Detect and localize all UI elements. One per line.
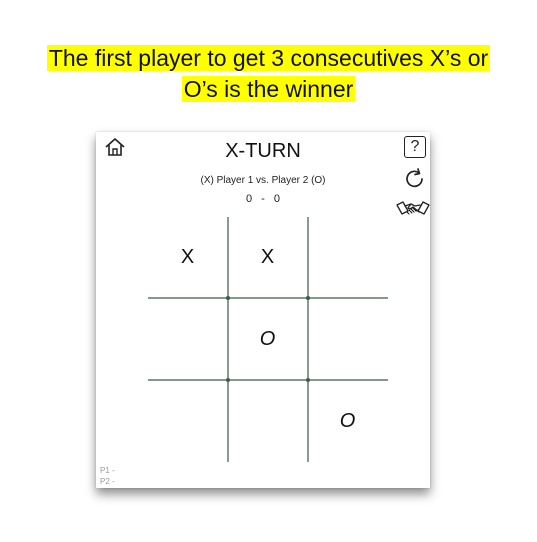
handshake-icon — [396, 198, 430, 222]
board-cell-3-2[interactable] — [228, 381, 307, 462]
turn-title: X-TURN — [225, 140, 301, 162]
board-cell-1-3[interactable] — [308, 217, 387, 298]
instruction-line-1: The first player to get 3 consecutives X… — [46, 45, 491, 71]
game-card: X-TURN (X) Player 1 vs. Player 2 (O) 0 -… — [96, 132, 430, 488]
board-cell-2-2[interactable]: O — [228, 299, 307, 380]
board-cell-2-1[interactable] — [148, 299, 227, 380]
game-board: X X O O — [148, 217, 388, 462]
board-cell-3-3[interactable]: O — [308, 381, 387, 462]
board-cell-3-1[interactable] — [148, 381, 227, 462]
board-cell-1-1[interactable]: X — [148, 217, 227, 298]
p2-score-label: P2 - — [100, 477, 115, 486]
p1-score-label: P1 - — [100, 466, 115, 475]
board-cell-2-3[interactable] — [308, 299, 387, 380]
help-icon[interactable]: ? — [404, 136, 426, 158]
instruction-line-2: O’s is the winner — [181, 76, 356, 102]
restart-icon[interactable] — [403, 167, 427, 191]
score-display: 0 - 0 — [245, 193, 280, 205]
instruction-headline: The first player to get 3 consecutives X… — [0, 43, 537, 105]
board-cell-1-2[interactable]: X — [228, 217, 307, 298]
players-label: (X) Player 1 vs. Player 2 (O) — [200, 175, 326, 186]
